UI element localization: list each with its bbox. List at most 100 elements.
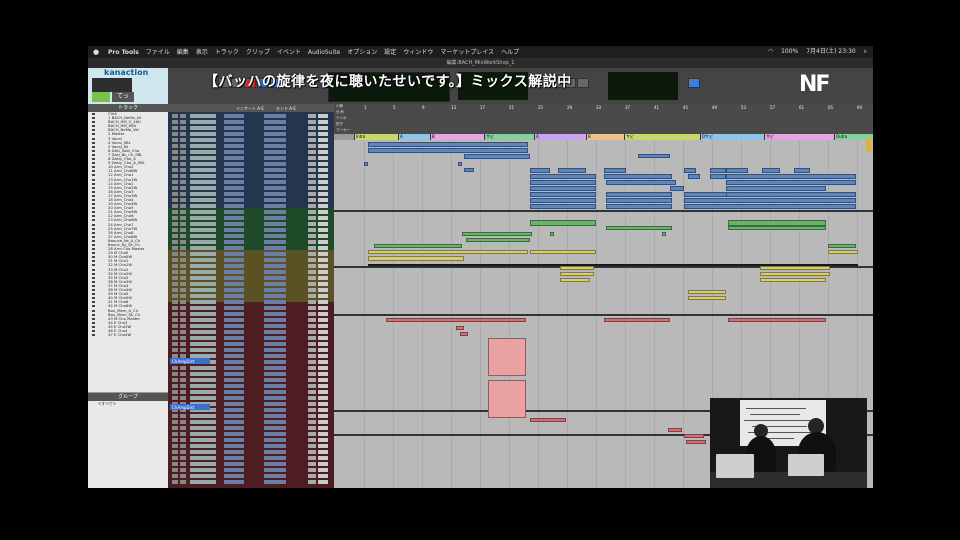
send-slot[interactable] <box>264 354 286 358</box>
solo-button[interactable] <box>172 120 178 124</box>
pan-field[interactable] <box>318 336 328 340</box>
send-slot[interactable] <box>264 312 286 316</box>
solo-button[interactable] <box>172 270 178 274</box>
audio-clip[interactable] <box>686 440 706 444</box>
insert-slot[interactable] <box>224 300 244 304</box>
insert-slot[interactable] <box>224 252 244 256</box>
send-slot[interactable] <box>264 270 286 274</box>
track-name-field[interactable] <box>190 240 216 244</box>
track-name-field[interactable] <box>190 288 216 292</box>
solo-button[interactable] <box>172 132 178 136</box>
audio-clip[interactable] <box>558 168 586 173</box>
solo-button[interactable] <box>172 462 178 466</box>
insert-slot[interactable] <box>224 234 244 238</box>
pan-field[interactable] <box>318 444 328 448</box>
pan-field[interactable] <box>318 246 328 250</box>
volume-field[interactable] <box>308 282 316 286</box>
mute-button[interactable] <box>180 396 186 400</box>
send-slot[interactable] <box>264 390 286 394</box>
mute-button[interactable] <box>180 258 186 262</box>
solo-button[interactable] <box>172 162 178 166</box>
mixer-strip-graphics[interactable]: インサート A-E センド A-E ChAmpDist ChAmpDist <box>168 104 334 488</box>
mute-button[interactable] <box>180 480 186 484</box>
insert-slot[interactable] <box>224 342 244 346</box>
pan-field[interactable] <box>318 240 328 244</box>
send-slot[interactable] <box>264 192 286 196</box>
search-icon[interactable]: ⌕ <box>864 46 867 58</box>
pan-field[interactable] <box>318 228 328 232</box>
insert-slot[interactable] <box>224 396 244 400</box>
volume-field[interactable] <box>308 246 316 250</box>
track-name-field[interactable] <box>190 210 216 214</box>
send-slot[interactable] <box>264 408 286 412</box>
audio-clip[interactable] <box>760 266 830 270</box>
send-slot[interactable] <box>264 468 286 472</box>
insert-slot[interactable] <box>224 192 244 196</box>
pan-field[interactable] <box>318 144 328 148</box>
pan-field[interactable] <box>318 318 328 322</box>
insert-slot[interactable] <box>224 174 244 178</box>
grid-button[interactable] <box>688 78 700 88</box>
pan-field[interactable] <box>318 252 328 256</box>
send-slot[interactable] <box>264 222 286 226</box>
track-name-field[interactable] <box>190 198 216 202</box>
solo-button[interactable] <box>172 468 178 472</box>
insert-slot[interactable] <box>224 444 244 448</box>
automation-line[interactable] <box>368 264 858 266</box>
audio-clip[interactable] <box>530 418 566 422</box>
mute-button[interactable] <box>180 252 186 256</box>
insert-slot[interactable] <box>224 168 244 172</box>
track-name-field[interactable] <box>190 432 216 436</box>
insert-slot[interactable] <box>224 456 244 460</box>
insert-slot[interactable] <box>224 294 244 298</box>
audio-clip[interactable] <box>662 232 666 236</box>
solo-button[interactable] <box>172 186 178 190</box>
track-name-field[interactable] <box>190 348 216 352</box>
mute-button[interactable] <box>180 270 186 274</box>
send-slot[interactable] <box>264 132 286 136</box>
track-name-field[interactable] <box>190 384 216 388</box>
audio-clip[interactable] <box>530 204 596 209</box>
solo-button[interactable] <box>172 474 178 478</box>
mute-button[interactable] <box>180 312 186 316</box>
insert-slot[interactable] <box>224 336 244 340</box>
solo-button[interactable] <box>172 144 178 148</box>
pan-field[interactable] <box>318 120 328 124</box>
send-slot[interactable] <box>264 162 286 166</box>
send-slot[interactable] <box>264 264 286 268</box>
track-name-field[interactable] <box>190 270 216 274</box>
audio-clip[interactable] <box>684 198 856 203</box>
volume-field[interactable] <box>308 180 316 184</box>
send-slot[interactable] <box>264 180 286 184</box>
track-name-field[interactable] <box>190 162 216 166</box>
pan-field[interactable] <box>318 270 328 274</box>
volume-field[interactable] <box>308 258 316 262</box>
pan-field[interactable] <box>318 234 328 238</box>
volume-field[interactable] <box>308 222 316 226</box>
track-name-field[interactable] <box>190 300 216 304</box>
solo-button[interactable] <box>172 228 178 232</box>
audio-clip[interactable] <box>606 198 672 203</box>
mute-button[interactable] <box>180 126 186 130</box>
mute-button[interactable] <box>180 366 186 370</box>
send-slot[interactable] <box>264 420 286 424</box>
solo-button[interactable] <box>172 432 178 436</box>
audio-clip[interactable] <box>462 232 532 236</box>
track-name-field[interactable] <box>190 450 216 454</box>
mute-button[interactable] <box>180 156 186 160</box>
track-name-field[interactable] <box>190 330 216 334</box>
mute-button[interactable] <box>180 276 186 280</box>
track-name-field[interactable] <box>190 120 216 124</box>
mute-button[interactable] <box>180 192 186 196</box>
pan-field[interactable] <box>318 408 328 412</box>
audio-clip[interactable] <box>684 434 704 438</box>
solo-button[interactable] <box>172 156 178 160</box>
insert-slot[interactable] <box>224 246 244 250</box>
track-name-field[interactable] <box>190 354 216 358</box>
audio-clip[interactable] <box>604 168 626 173</box>
volume-field[interactable] <box>308 306 316 310</box>
send-slot[interactable] <box>264 402 286 406</box>
send-slot[interactable] <box>264 360 286 364</box>
pan-field[interactable] <box>318 378 328 382</box>
audio-clip[interactable] <box>386 318 526 322</box>
